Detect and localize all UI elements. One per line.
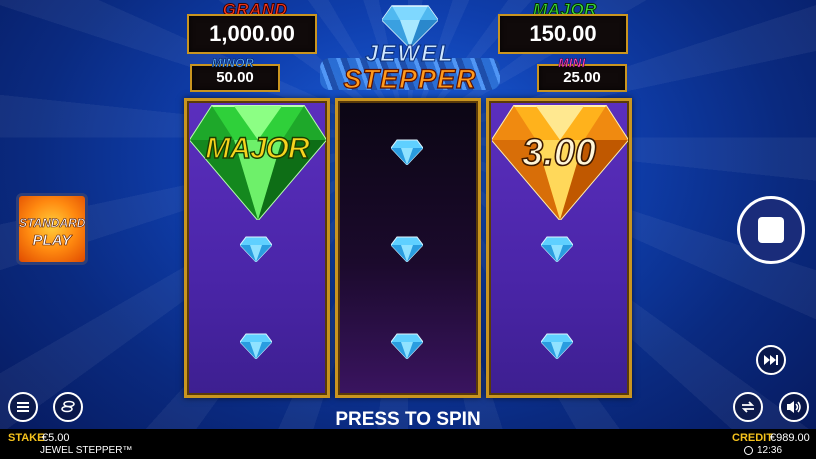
blue-gem-icon: [240, 333, 272, 359]
reel-3-prize-value: 3.00: [521, 131, 597, 175]
spin-stop-button[interactable]: [737, 196, 805, 264]
sound-button[interactable]: [779, 392, 809, 422]
blue-gem-icon: [391, 139, 423, 165]
stake-value: €5.00: [42, 432, 70, 444]
game-name: JEWEL STEPPER™: [40, 445, 133, 456]
blue-gem-icon: [240, 236, 272, 262]
blue-gem-icon: [391, 333, 423, 359]
game-logo: JEWEL STEPPER: [320, 0, 500, 100]
fast-forward-icon: [764, 355, 778, 365]
credit-label: CREDIT: [732, 432, 773, 444]
menu-button[interactable]: [8, 392, 38, 422]
blue-gem-icon: [541, 333, 573, 359]
turbo-button[interactable]: [756, 345, 786, 375]
press-to-spin-text: PRESS TO SPIN: [335, 409, 481, 430]
clock-icon: [744, 446, 753, 455]
logo-title-line1: JEWEL: [365, 40, 455, 67]
major-jackpot-value: 150.00: [498, 14, 628, 54]
standard-play-line1: STANDARD: [19, 216, 86, 231]
coins-icon: [61, 400, 75, 413]
reel-1-prize-label: MAJOR: [205, 131, 311, 165]
clock-time: 12:36: [757, 445, 783, 456]
blue-gem-icon: [541, 236, 573, 262]
standard-play-button[interactable]: STANDARD PLAY: [16, 193, 88, 265]
mini-jackpot-label: MINI: [558, 56, 586, 71]
logo-title-line2: STEPPER: [343, 63, 477, 94]
footer-bar: STAKE €5.00 JEWEL STEPPER™ CREDIT €989.0…: [0, 429, 816, 459]
credit-value: €989.00: [770, 432, 810, 444]
autoplay-icon: [741, 401, 755, 413]
stake-button[interactable]: [53, 392, 83, 422]
standard-play-line2: PLAY: [32, 232, 72, 250]
minor-jackpot-label: MINOR: [211, 56, 255, 71]
blue-gem-icon: [391, 236, 423, 262]
sound-icon: [787, 401, 801, 413]
stake-label: STAKE: [8, 432, 45, 444]
stop-icon: [758, 217, 784, 243]
menu-icon: [17, 402, 29, 412]
grand-jackpot-value: 1,000.00: [187, 14, 317, 54]
autoplay-button[interactable]: [733, 392, 763, 422]
